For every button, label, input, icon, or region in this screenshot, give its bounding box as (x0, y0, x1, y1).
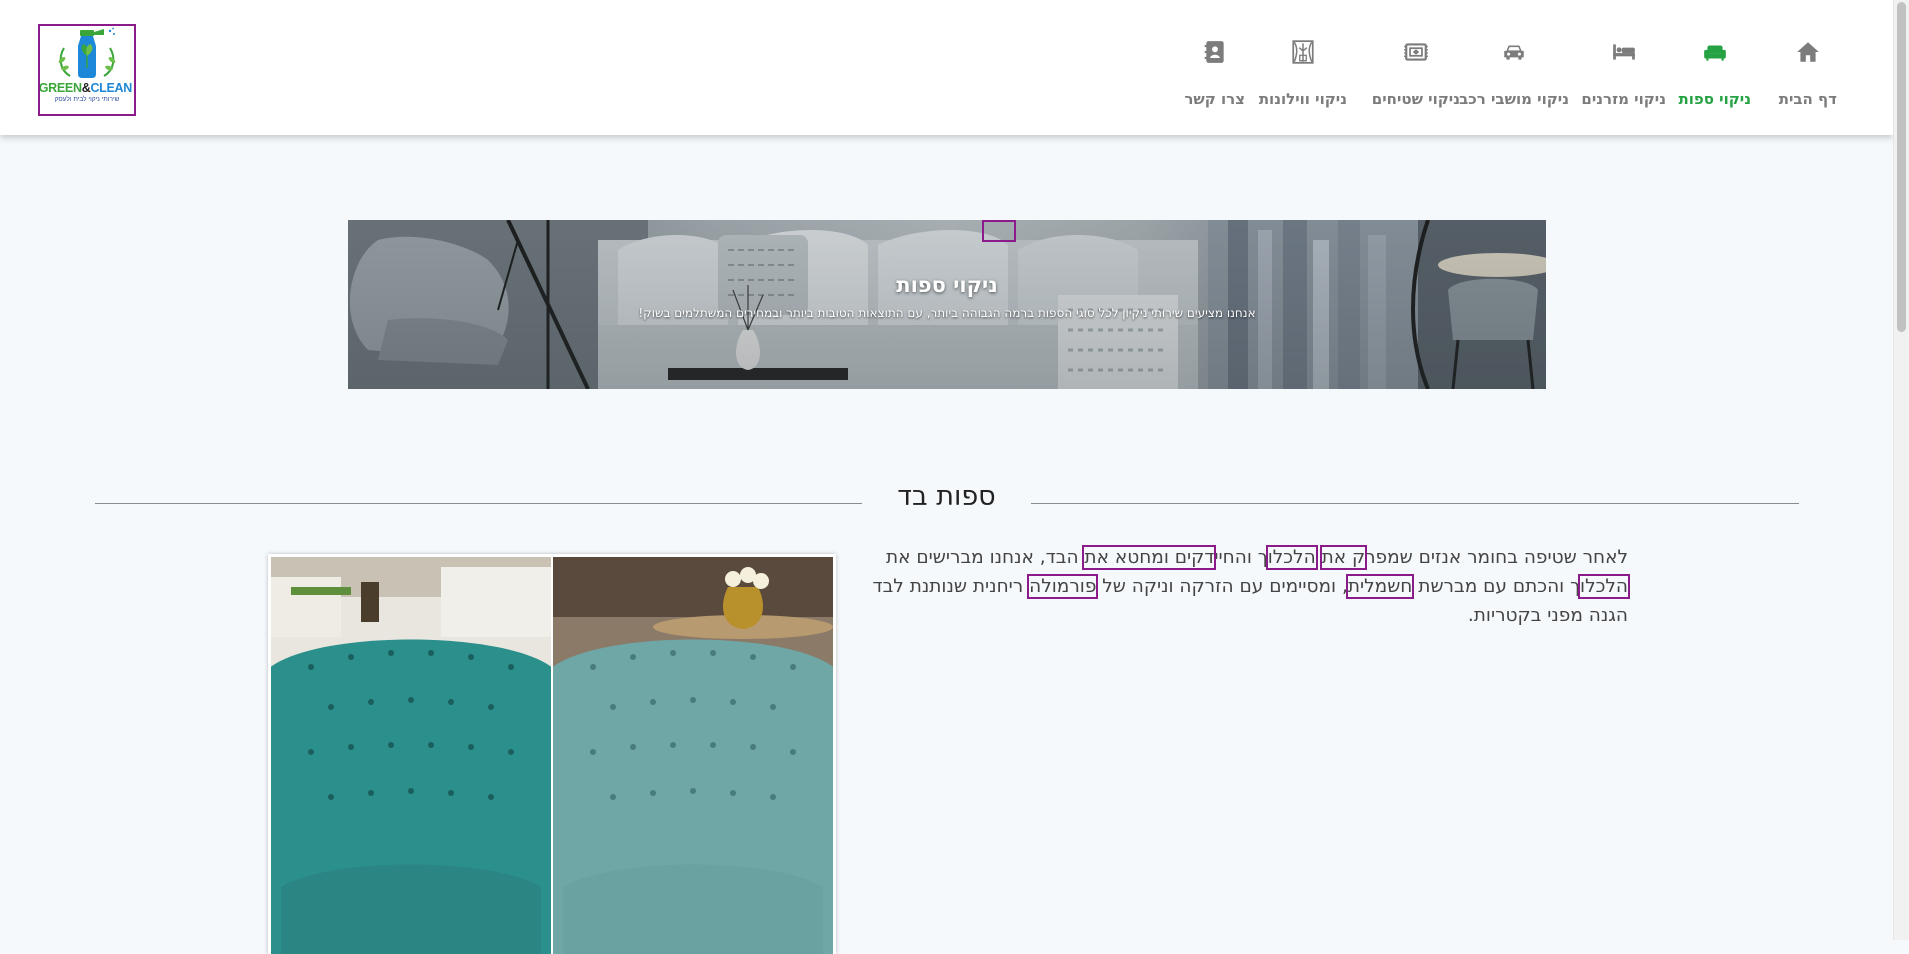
paragraph-text (1316, 547, 1322, 568)
nav-label-car: ניקוי מושבי רכב (1459, 90, 1569, 108)
logo-green: GREEN (38, 81, 82, 95)
rug-icon (1403, 43, 1428, 61)
nav-item-rug[interactable]: ניקוי שטיחים (1372, 36, 1460, 116)
chair-photo-before (271, 557, 551, 954)
site-logo[interactable]: GREEN&CLEAN שירותי ניקוי לבית ולעסק (38, 24, 136, 116)
nav-item-car[interactable]: ניקוי מושבי רכב (1459, 36, 1569, 116)
paragraph-text: , ומסיימים עם הזרקה וניקה של (1096, 576, 1348, 597)
section-paragraph: לאחר שטיפה בחומר אנזים שמפרק את הלכלוך ו… (868, 543, 1630, 630)
chair-photo-after (553, 557, 833, 954)
home-icon (1797, 42, 1819, 62)
sofa-icon (1703, 45, 1726, 61)
hero-title: ניקוי ספות (896, 273, 998, 297)
nav-item-sofa[interactable]: ניקוי ספות (1678, 36, 1751, 116)
nav-label-rug: ניקוי שטיחים (1371, 90, 1460, 108)
nav-item-curtain[interactable]: ניקוי ווילונות (1259, 36, 1347, 116)
site-header: דף הבית ניקוי ספות ניקוי מזרנים ניקוי מו… (0, 0, 1893, 135)
paragraph-text: לאחר שטיפה בחומר אנזים שמפר (1365, 547, 1628, 568)
nav-item-contact[interactable]: צרו קשר (1184, 36, 1245, 116)
highlight-word: דקים ומחטא את (1082, 545, 1217, 570)
before-after-image (268, 554, 836, 954)
highlight-word: פורמולה (1027, 574, 1099, 599)
highlight-word: חשמלית (1345, 574, 1415, 599)
logo-wordmark: GREEN&CLEAN (38, 81, 132, 95)
hero-banner: ניקוי ספות אנחנו מציעים שירותי ניקיון לכ… (348, 220, 1546, 389)
bed-icon (1612, 44, 1635, 60)
hero-overlay (348, 220, 1546, 389)
highlight-word: הלכלו (1578, 574, 1630, 599)
nav-item-home[interactable]: דף הבית (1779, 36, 1837, 116)
nav-label-curtain: ניקוי ווילונות (1258, 90, 1347, 108)
scrollbar-thumb[interactable] (1897, 2, 1906, 332)
paragraph-text: ך והחיי (1214, 547, 1268, 568)
section-title: ספות בד (897, 481, 996, 512)
contact-book-icon (1204, 41, 1224, 63)
section-divider-right (1031, 503, 1799, 504)
chair-before-graphic (271, 557, 551, 954)
hero-subtitle: אנחנו מציעים שירותי ניקיון לכל סוגי הספו… (638, 306, 1256, 320)
logo-clean: CLEAN (90, 81, 132, 95)
highlight-word: ק את (1319, 545, 1368, 570)
nav-label-bed: ניקוי מזרנים (1581, 90, 1666, 108)
nav-label-home: דף הבית (1778, 90, 1837, 108)
nav-item-bed[interactable]: ניקוי מזרנים (1581, 36, 1666, 116)
logo-tagline: שירותי ניקוי לבית ולעסק (54, 96, 120, 103)
spray-bottle-icon (58, 27, 116, 78)
highlight-word: הלכלו (1265, 545, 1318, 570)
chair-after-graphic (553, 557, 833, 954)
paragraph-text: הבד, אנחנו מברישים את (885, 547, 1085, 568)
hero-slider-marker[interactable] (982, 220, 1016, 242)
nav-label-sofa: ניקוי ספות (1678, 90, 1751, 108)
curtain-icon (1292, 40, 1314, 64)
nav-label-contact: צרו קשר (1184, 90, 1245, 108)
page-scrollbar[interactable] (1893, 0, 1909, 940)
car-icon (1504, 45, 1524, 60)
section-divider-left (95, 503, 862, 504)
paragraph-text: ך והכתם עם מברשת (1412, 576, 1581, 597)
